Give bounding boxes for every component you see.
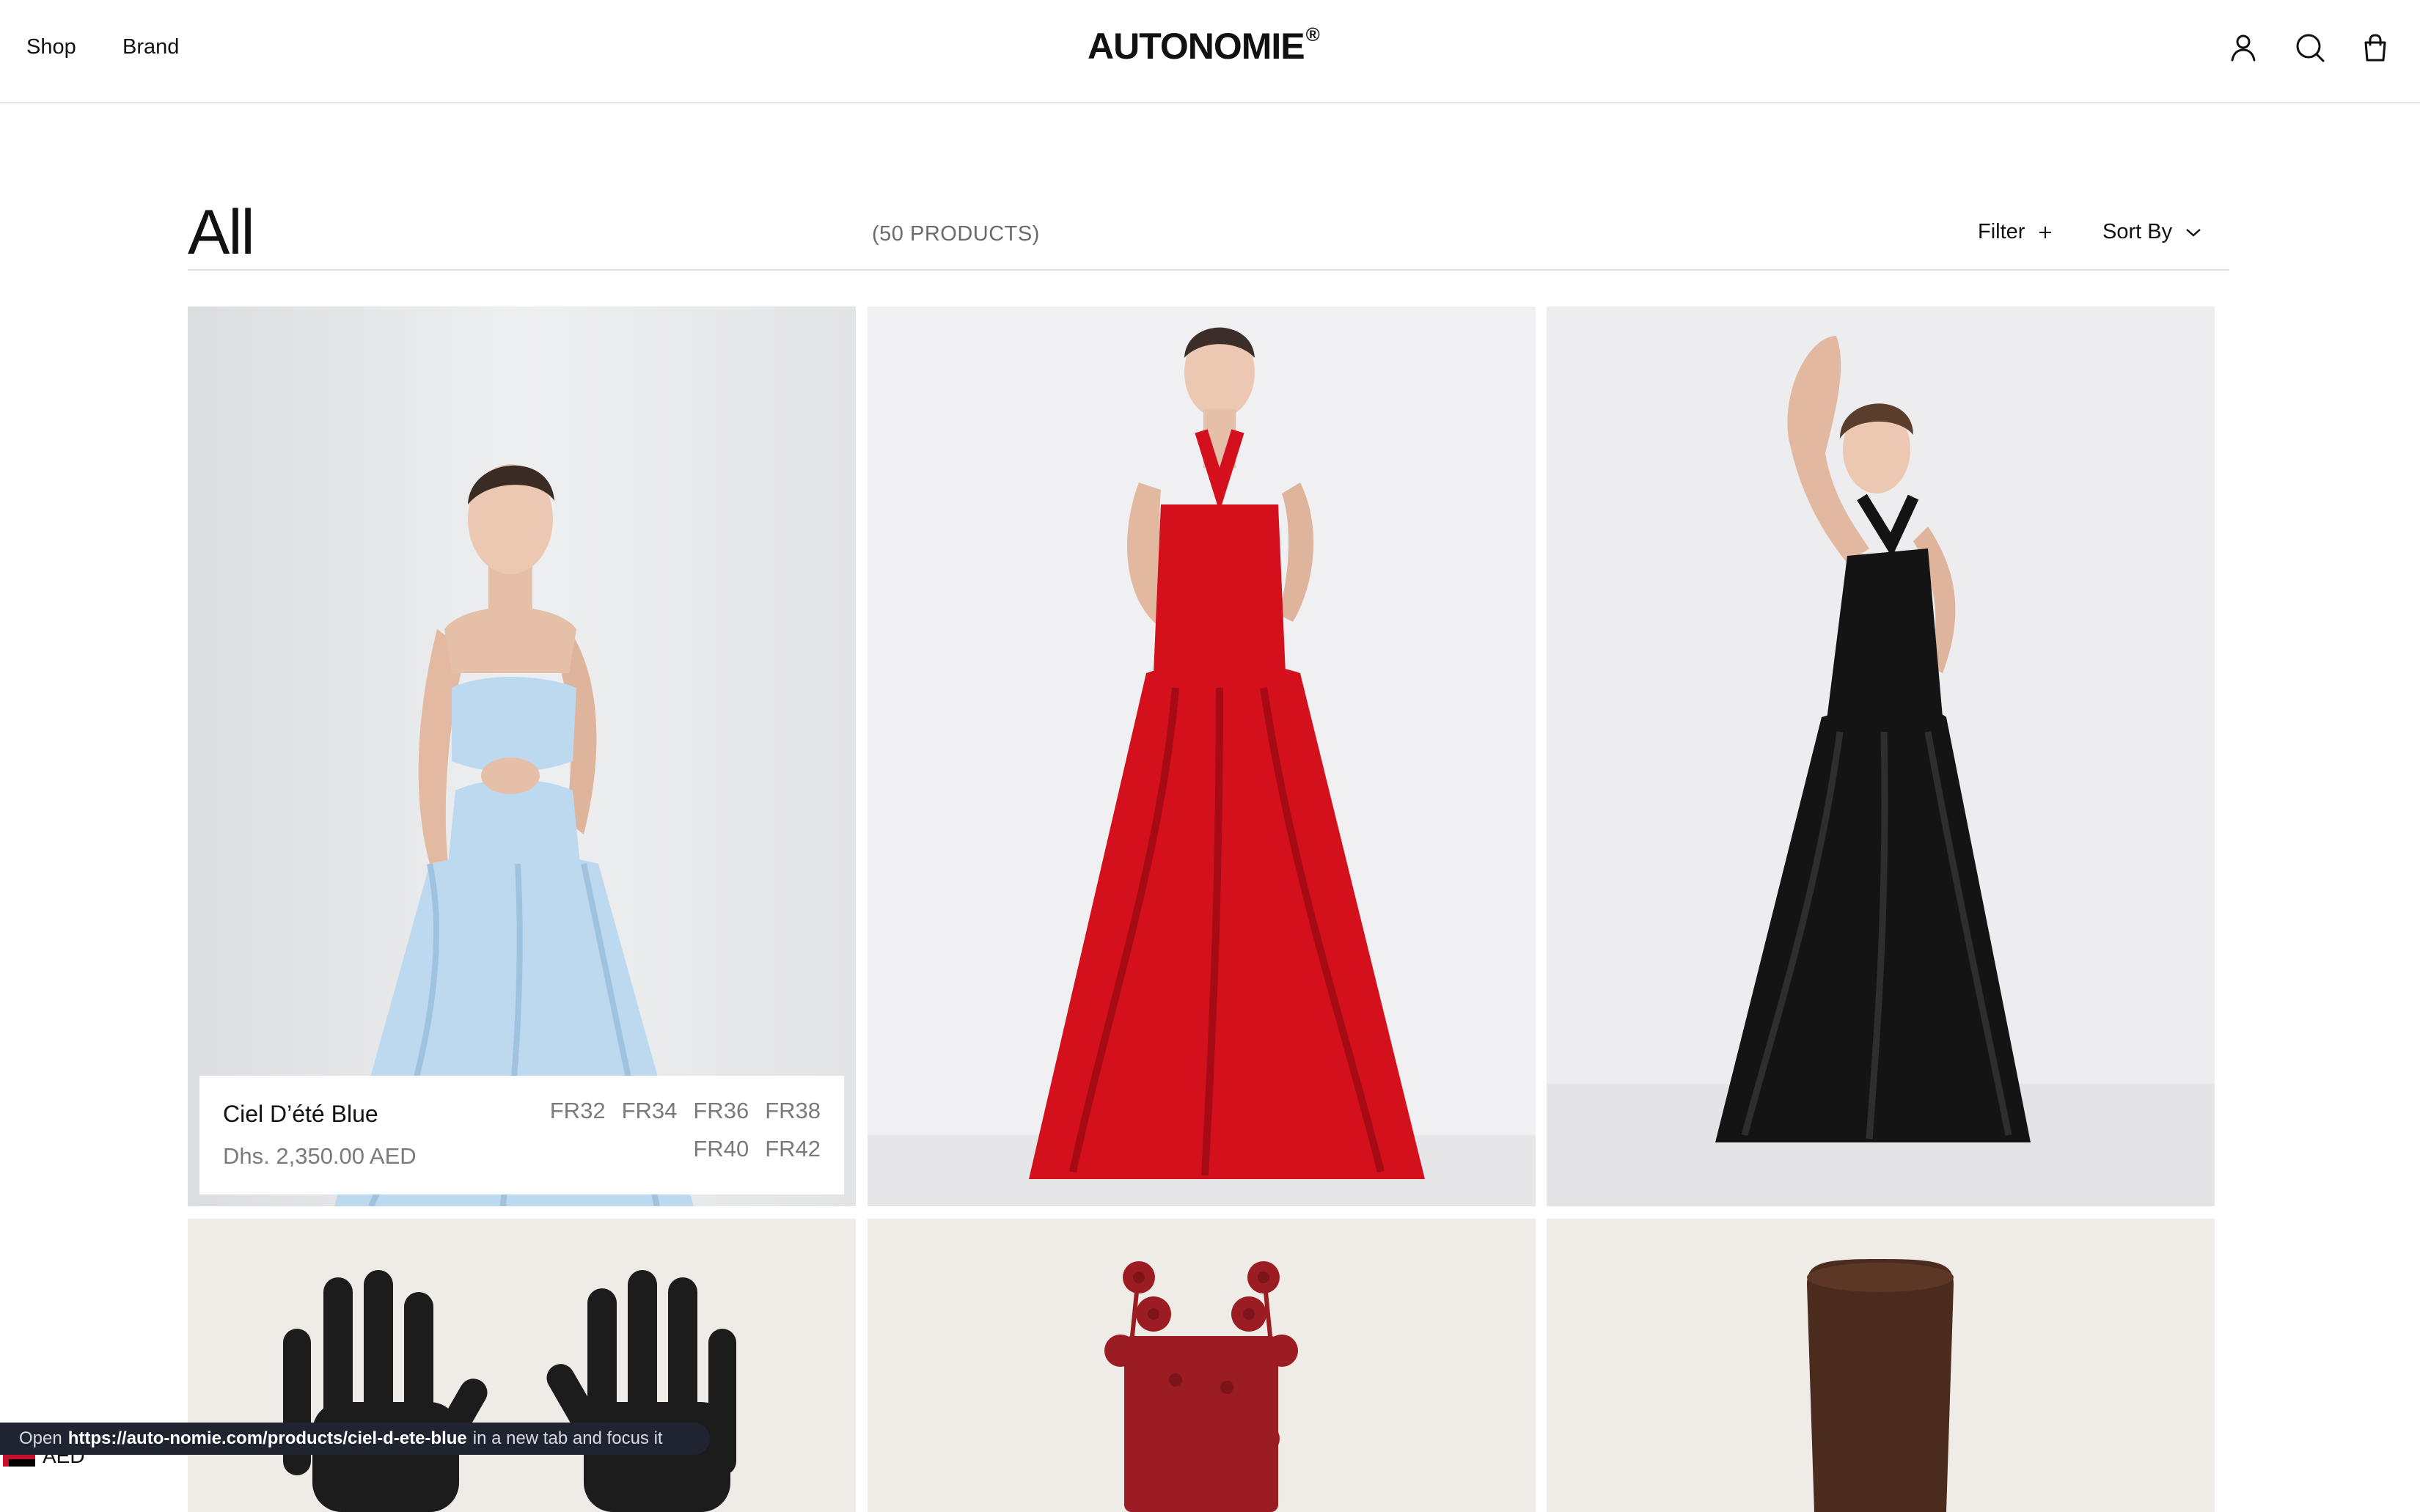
divider xyxy=(188,269,2229,271)
product-image xyxy=(1547,1219,2215,1512)
product-card[interactable] xyxy=(868,307,1536,1206)
registered-mark: ® xyxy=(1305,23,1320,46)
filter-button[interactable]: Filter xyxy=(1978,220,2053,244)
sort-label: Sort By xyxy=(2102,220,2173,243)
nav-brand-link[interactable]: Brand xyxy=(122,35,179,59)
product-info-panel[interactable]: Ciel D’été Blue Dhs. 2,350.00 AED FR32 F… xyxy=(199,1076,844,1194)
filter-label: Filter xyxy=(1978,220,2025,243)
product-card[interactable] xyxy=(1547,1219,2215,1512)
size-option[interactable]: FR32 xyxy=(550,1098,606,1124)
product-card[interactable]: Ciel D’été Blue Dhs. 2,350.00 AED FR32 F… xyxy=(188,307,856,1206)
product-card[interactable] xyxy=(188,1219,856,1512)
plus-icon xyxy=(2039,226,2052,238)
logo-text: AUTONOMIE xyxy=(1088,26,1305,67)
size-option[interactable]: FR42 xyxy=(765,1136,821,1162)
product-name[interactable]: Ciel D’été Blue xyxy=(223,1101,378,1128)
site-logo[interactable]: AUTONOMIE® xyxy=(1088,23,1320,67)
size-option[interactable]: FR38 xyxy=(765,1098,821,1124)
chevron-down-icon xyxy=(2186,228,2201,237)
site-header: Shop Brand AUTONOMIE® xyxy=(0,0,2420,103)
link-status-tooltip: Open https://auto-nomie.com/products/cie… xyxy=(0,1423,710,1455)
product-price: Dhs. 2,350.00 AED xyxy=(223,1143,417,1169)
size-option[interactable]: FR34 xyxy=(622,1098,678,1124)
page-title: All xyxy=(188,197,255,268)
product-image xyxy=(188,1219,856,1512)
product-image xyxy=(188,307,856,1206)
size-option[interactable]: FR36 xyxy=(693,1098,749,1124)
status-suffix: in a new tab and focus it xyxy=(472,1428,663,1448)
product-card[interactable] xyxy=(1547,307,2215,1206)
size-options: FR32 FR34 FR36 FR38 FR40 FR42 xyxy=(527,1098,821,1162)
product-count: (50 PRODUCTS) xyxy=(872,222,1040,246)
account-icon[interactable] xyxy=(2228,32,2259,63)
status-prefix: Open xyxy=(19,1428,62,1448)
product-card[interactable] xyxy=(868,1219,1536,1512)
nav-shop-link[interactable]: Shop xyxy=(26,35,76,59)
product-image xyxy=(868,307,1536,1206)
product-image xyxy=(868,1219,1536,1512)
status-url: https://auto-nomie.com/products/ciel-d-e… xyxy=(67,1428,467,1448)
search-icon[interactable] xyxy=(2295,32,2325,63)
size-option[interactable]: FR40 xyxy=(693,1136,749,1162)
bag-icon[interactable] xyxy=(2360,32,2391,63)
product-image xyxy=(1547,307,2215,1206)
sort-by-dropdown[interactable]: Sort By xyxy=(2102,220,2201,244)
